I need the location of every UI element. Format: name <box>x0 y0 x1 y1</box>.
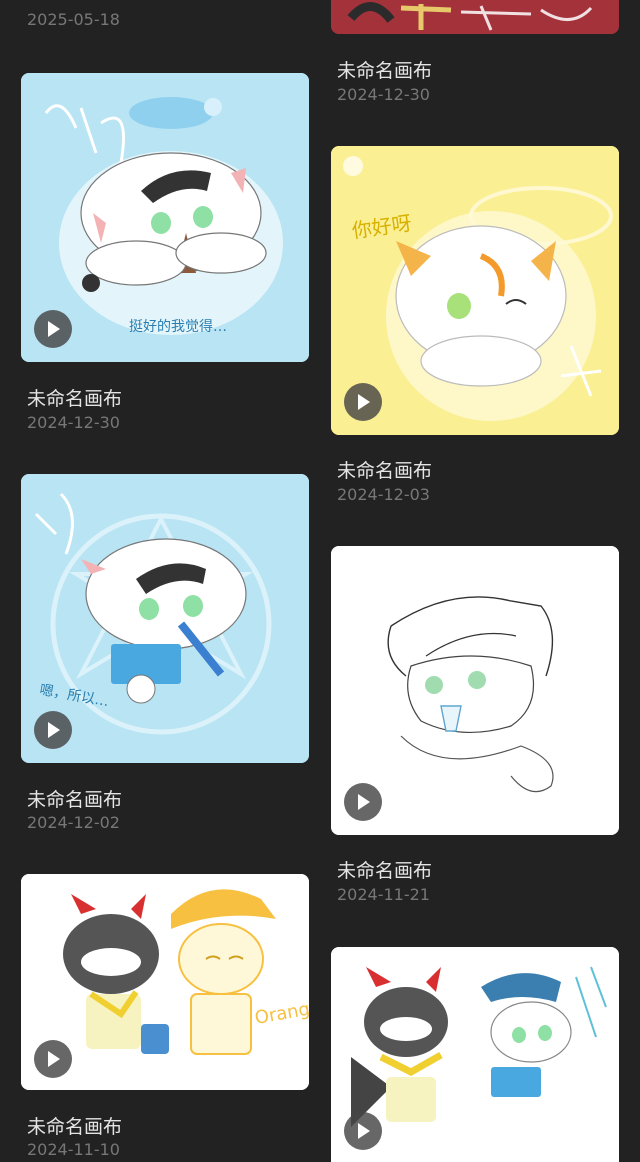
canvas-date: 2024-12-03 <box>337 485 430 504</box>
canvas-date: 2024-12-30 <box>337 85 430 104</box>
play-icon <box>358 794 370 810</box>
canvas-thumbnail[interactable] <box>331 947 619 1162</box>
canvas-date: 2024-12-30 <box>27 413 120 432</box>
canvas-date: 2024-11-10 <box>27 1140 120 1159</box>
play-button[interactable] <box>34 310 72 348</box>
canvas-thumbnail[interactable]: Orange Juice <box>21 874 309 1090</box>
play-button[interactable] <box>344 783 382 821</box>
artwork-caption: 挺好的我觉得… <box>129 318 227 335</box>
play-icon <box>48 1051 60 1067</box>
canvas-date: 2024-11-21 <box>337 885 430 904</box>
play-button[interactable] <box>344 383 382 421</box>
canvas-thumbnail[interactable] <box>331 546 619 835</box>
play-button[interactable] <box>344 1112 382 1150</box>
canvas-title: 未命名画布 <box>337 860 433 882</box>
canvas-title: 未命名画布 <box>27 1116 123 1138</box>
canvas-title: 未命名画布 <box>27 789 123 811</box>
canvas-title: 未命名画布 <box>27 388 123 410</box>
play-icon <box>48 321 60 337</box>
canvas-title: 未命名画布 <box>337 460 433 482</box>
play-icon <box>358 1123 370 1139</box>
canvas-thumbnail[interactable]: 你好呀 <box>331 146 619 435</box>
canvas-thumbnail[interactable]: 嗯，所以… <box>21 474 309 763</box>
canvas-date: 2024-12-02 <box>27 813 120 832</box>
canvas-thumbnail[interactable] <box>331 0 619 34</box>
play-button[interactable] <box>34 711 72 749</box>
play-button[interactable] <box>34 1040 72 1078</box>
play-icon <box>48 722 60 738</box>
canvas-date: 2025-05-18 <box>27 10 120 29</box>
canvas-thumbnail[interactable]: 挺好的我觉得… <box>21 73 309 362</box>
artwork-image <box>331 0 619 34</box>
play-icon <box>358 394 370 410</box>
canvas-title: 未命名画布 <box>337 60 433 82</box>
